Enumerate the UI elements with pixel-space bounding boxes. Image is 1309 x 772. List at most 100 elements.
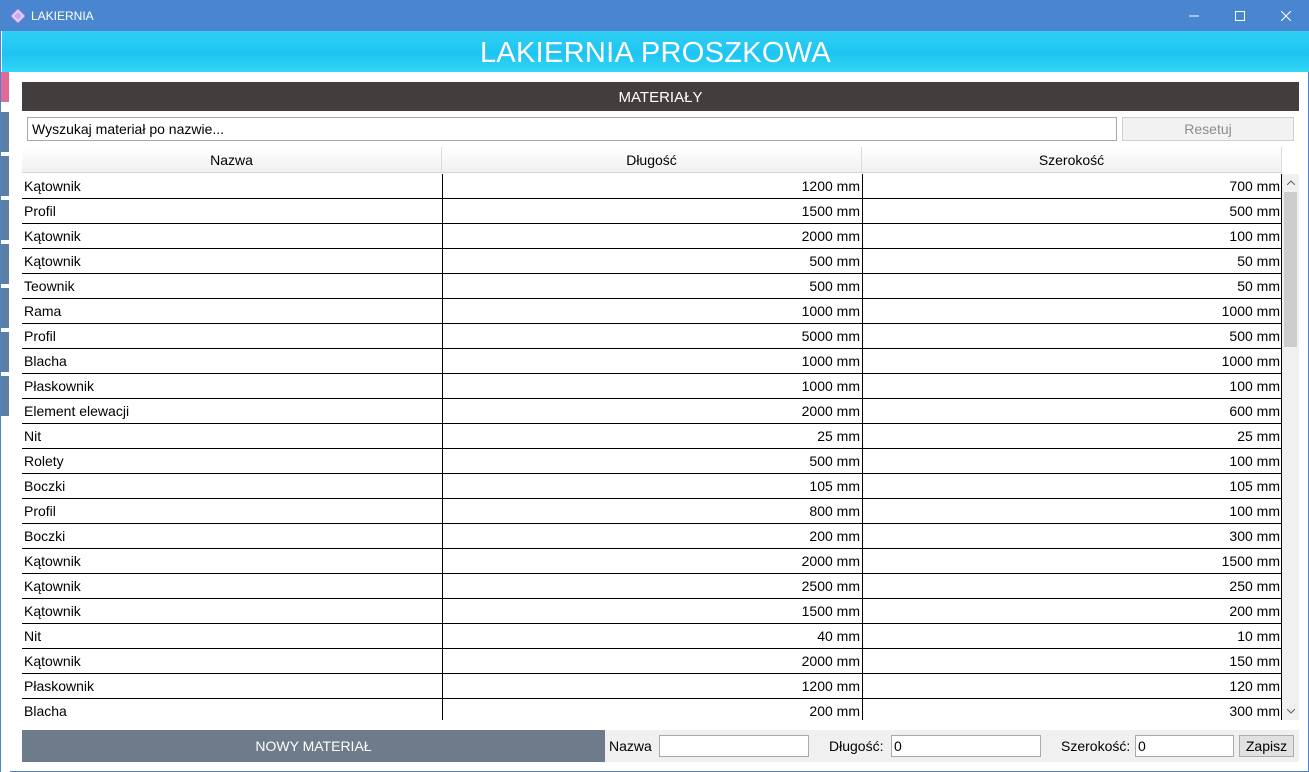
cell-name: Profil (24, 328, 56, 344)
cell-width: 300 mm (862, 699, 1280, 720)
table-row[interactable]: Profil 5000 mm 500 mm (22, 324, 1282, 349)
table-row[interactable]: Teownik 500 mm 50 mm (22, 274, 1282, 299)
table-row[interactable]: Boczki 200 mm 300 mm (22, 524, 1282, 549)
cell-width: 25 mm (862, 424, 1280, 448)
cell-length: 2000 mm (442, 399, 860, 423)
side-nav-tab[interactable] (1, 332, 9, 372)
table-row[interactable]: Rama 1000 mm 1000 mm (22, 299, 1282, 324)
side-nav-tab-active[interactable] (1, 72, 9, 102)
title-bar[interactable]: LAKIERNIA (1, 1, 1308, 31)
cell-length: 200 mm (442, 524, 860, 548)
window-title: LAKIERNIA (31, 9, 94, 23)
table-row[interactable]: Kątownik 1200 mm 700 mm (22, 174, 1282, 199)
cell-length: 800 mm (442, 499, 860, 523)
cell-width: 100 mm (862, 224, 1280, 248)
new-material-button[interactable]: NOWY MATERIAŁ (22, 730, 605, 762)
save-button[interactable]: Zapisz (1239, 735, 1294, 757)
cell-length: 1500 mm (442, 599, 860, 623)
table-row[interactable]: Kątownik 2000 mm 100 mm (22, 224, 1282, 249)
cell-name: Profil (24, 503, 56, 519)
cell-name: Kątownik (24, 178, 81, 194)
minimize-button[interactable] (1171, 1, 1217, 31)
cell-width: 150 mm (862, 649, 1280, 673)
cell-width: 120 mm (862, 674, 1280, 698)
cell-name: Blacha (24, 353, 67, 369)
scroll-up-arrow[interactable] (1282, 174, 1299, 191)
cell-name: Boczki (24, 478, 66, 494)
app-icon (11, 9, 25, 23)
cell-length: 25 mm (442, 424, 860, 448)
close-icon (1281, 11, 1291, 21)
cell-name: Element elewacji (24, 403, 130, 419)
cell-length: 2500 mm (442, 574, 860, 598)
column-header-length[interactable]: Długość (442, 147, 862, 173)
table-row[interactable]: Płaskownik 1000 mm 100 mm (22, 374, 1282, 399)
table-row[interactable]: Kątownik 2000 mm 1500 mm (22, 549, 1282, 574)
cell-width: 1000 mm (862, 299, 1280, 323)
chevron-down-icon (1286, 709, 1295, 714)
column-header-name[interactable]: Nazwa (22, 147, 442, 173)
table-row[interactable]: Element elewacji 2000 mm 600 mm (22, 399, 1282, 424)
table-row[interactable]: Profil 800 mm 100 mm (22, 499, 1282, 524)
length-field[interactable] (891, 735, 1041, 757)
cell-width: 100 mm (862, 499, 1280, 523)
scroll-thumb[interactable] (1284, 192, 1297, 347)
name-field[interactable] (659, 735, 809, 757)
column-header-width[interactable]: Szerokość (862, 147, 1282, 173)
maximize-icon (1235, 11, 1245, 21)
cell-width: 500 mm (862, 324, 1280, 348)
cell-width: 100 mm (862, 449, 1280, 473)
search-input[interactable] (27, 117, 1117, 141)
close-button[interactable] (1263, 1, 1309, 31)
side-nav-tab[interactable] (1, 156, 9, 196)
table-scrollbar[interactable] (1282, 174, 1299, 720)
side-nav-tab[interactable] (1, 244, 9, 284)
reset-button[interactable]: Resetuj (1122, 117, 1294, 141)
side-nav-tab[interactable] (1, 200, 9, 240)
table-row[interactable]: Nit 40 mm 10 mm (22, 624, 1282, 649)
cell-name: Nit (24, 628, 42, 644)
side-nav-tab[interactable] (1, 376, 9, 416)
cell-width: 700 mm (862, 174, 1280, 198)
cell-width: 1000 mm (862, 349, 1280, 373)
cell-length: 1500 mm (442, 199, 860, 223)
maximize-button[interactable] (1217, 1, 1263, 31)
table-body: Kątownik 1200 mm 700 mm Profil 1500 mm 500 mm… (22, 174, 1282, 720)
cell-width: 300 mm (862, 524, 1280, 548)
table-row[interactable]: Blacha 200 mm 300 mm (22, 699, 1282, 720)
table-row[interactable]: Nit 25 mm 25 mm (22, 424, 1282, 449)
cell-width: 600 mm (862, 399, 1280, 423)
cell-width: 100 mm (862, 374, 1280, 398)
cell-name: Kątownik (24, 228, 81, 244)
cell-name: Kątownik (24, 578, 81, 594)
table-header: Nazwa Długość Szerokość (22, 147, 1282, 173)
width-field[interactable] (1135, 735, 1234, 757)
table-row[interactable]: Kątownik 2500 mm 250 mm (22, 574, 1282, 599)
table-row[interactable]: Kątownik 2000 mm 150 mm (22, 649, 1282, 674)
cell-name: Kątownik (24, 603, 81, 619)
cell-length: 1000 mm (442, 374, 860, 398)
cell-width: 50 mm (862, 274, 1280, 298)
table-row[interactable]: Blacha 1000 mm 1000 mm (22, 349, 1282, 374)
minimize-icon (1189, 15, 1199, 17)
cell-length: 500 mm (442, 274, 860, 298)
cell-width: 500 mm (862, 199, 1280, 223)
side-nav-tab[interactable] (1, 288, 9, 328)
cell-length: 500 mm (442, 249, 860, 273)
table-row[interactable]: Kątownik 500 mm 50 mm (22, 249, 1282, 274)
cell-width: 250 mm (862, 574, 1280, 598)
cell-length: 5000 mm (442, 324, 860, 348)
cell-length: 2000 mm (442, 549, 860, 573)
table-row[interactable]: Kątownik 1500 mm 200 mm (22, 599, 1282, 624)
table-row[interactable]: Płaskownik 1200 mm 120 mm (22, 674, 1282, 699)
table-row[interactable]: Boczki 105 mm 105 mm (22, 474, 1282, 499)
cell-length: 1200 mm (442, 674, 860, 698)
cell-length: 105 mm (442, 474, 860, 498)
cell-width: 200 mm (862, 599, 1280, 623)
table-row[interactable]: Profil 1500 mm 500 mm (22, 199, 1282, 224)
scroll-down-arrow[interactable] (1282, 703, 1299, 720)
table-row[interactable]: Rolety 500 mm 100 mm (22, 449, 1282, 474)
side-nav-tab[interactable] (1, 112, 9, 152)
cell-name: Kątownik (24, 653, 81, 669)
app-header: LAKIERNIA PROSZKOWA (2, 31, 1309, 72)
